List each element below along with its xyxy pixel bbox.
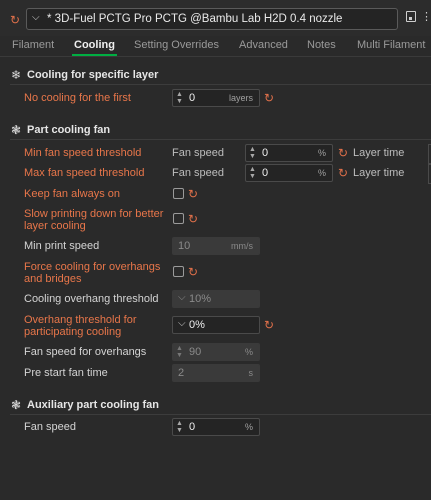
fan-icon: ❃ [11, 398, 22, 412]
keep-fan-checkbox[interactable] [173, 188, 184, 199]
snowflake-icon: ❄ [11, 68, 22, 82]
section-title-part-fan: Part cooling fan [27, 124, 111, 136]
pre-start-input[interactable]: 2 s [172, 364, 260, 382]
reset-icon[interactable]: ↻ [10, 13, 20, 27]
overhang-threshold-select[interactable]: ⌵ 10% [172, 290, 260, 308]
pre-start-label: Pre start fan time [24, 367, 108, 379]
more-icon[interactable]: ⋮ [421, 10, 431, 23]
force-cooling-checkbox[interactable] [173, 266, 184, 277]
spin-arrows-icon[interactable]: ▲ ▼ [176, 91, 183, 105]
tab-multi-filament[interactable]: Multi Filament [357, 39, 425, 51]
no-cooling-layers-input[interactable]: ▲ ▼ 0 layers [172, 89, 260, 107]
min-print-speed-label: Min print speed [24, 240, 100, 252]
layer-time-sublabel: Layer time [353, 147, 405, 159]
max-fan-speed-label: Max fan speed threshold [24, 167, 145, 179]
section-divider [10, 84, 431, 85]
spin-arrows-icon[interactable]: ▲ ▼ [249, 166, 256, 180]
fan-overhangs-label: Fan speed for overhangs [24, 346, 147, 358]
aux-fan-speed-label: Fan speed [24, 421, 76, 433]
reset-icon[interactable]: ↻ [188, 188, 198, 200]
preset-name: * 3D-Fuel PCTG Pro PCTG @Bambu Lab H2D 0… [47, 13, 343, 25]
reset-icon[interactable]: ↻ [264, 92, 274, 104]
preset-selector[interactable]: ⌵ * 3D-Fuel PCTG Pro PCTG @Bambu Lab H2D… [26, 8, 398, 30]
reset-icon[interactable]: ↻ [188, 213, 198, 225]
chevron-down-icon: ⌵ [178, 292, 186, 303]
min-print-speed-input[interactable]: 10 mm/s [172, 237, 260, 255]
spin-arrows-icon[interactable]: ▲ ▼ [176, 420, 183, 434]
fan-speed-sublabel: Fan speed [172, 167, 224, 179]
layer-time-sublabel: Layer time [353, 167, 405, 179]
section-divider [10, 139, 431, 140]
tab-setting-overrides[interactable]: Setting Overrides [134, 39, 219, 51]
save-icon[interactable] [406, 11, 416, 22]
reset-icon[interactable]: ↻ [338, 147, 348, 159]
reset-icon[interactable]: ↻ [338, 167, 348, 179]
max-fan-speed-input[interactable]: ▲ ▼ 0 % [245, 164, 333, 182]
min-fan-speed-label: Min fan speed threshold [24, 147, 142, 159]
fan-icon: ❃ [11, 123, 22, 137]
tab-notes[interactable]: Notes [307, 39, 336, 51]
keep-fan-label: Keep fan always on [24, 188, 121, 200]
force-cooling-label-line2: and bridges [24, 273, 82, 285]
spin-arrows-icon[interactable]: ▲ ▼ [176, 345, 183, 359]
fan-overhangs-input[interactable]: ▲ ▼ 90 % [172, 343, 260, 361]
chevron-down-icon: ⌵ [178, 318, 186, 329]
overhang-participating-select[interactable]: ⌵ 0% [172, 316, 260, 334]
section-title-aux-fan: Auxiliary part cooling fan [27, 399, 160, 411]
preset-bar: ↻ ⌵ * 3D-Fuel PCTG Pro PCTG @Bambu Lab H… [0, 0, 431, 36]
chevron-down-icon: ⌵ [32, 12, 40, 23]
spin-arrows-icon[interactable]: ▲ ▼ [249, 146, 256, 160]
slow-down-label-line2: layer cooling [24, 220, 86, 232]
section-title-cooling-layer: Cooling for specific layer [27, 69, 159, 81]
aux-fan-speed-input[interactable]: ▲ ▼ 0 % [172, 418, 260, 436]
reset-icon[interactable]: ↻ [264, 319, 274, 331]
section-divider [10, 414, 431, 415]
active-tab-indicator [72, 54, 117, 56]
tab-filament[interactable]: Filament [12, 39, 54, 51]
overhang-threshold-label: Cooling overhang threshold [24, 293, 159, 305]
slow-down-checkbox[interactable] [173, 213, 184, 224]
tab-advanced[interactable]: Advanced [239, 39, 288, 51]
no-cooling-label: No cooling for the first [24, 92, 131, 104]
reset-icon[interactable]: ↻ [188, 266, 198, 278]
overhang-participating-label-line2: participating cooling [24, 326, 122, 338]
tab-bar: Filament Cooling Setting Overrides Advan… [0, 36, 431, 57]
min-fan-speed-input[interactable]: ▲ ▼ 0 % [245, 144, 333, 162]
tab-cooling[interactable]: Cooling [74, 39, 115, 51]
fan-speed-sublabel: Fan speed [172, 147, 224, 159]
